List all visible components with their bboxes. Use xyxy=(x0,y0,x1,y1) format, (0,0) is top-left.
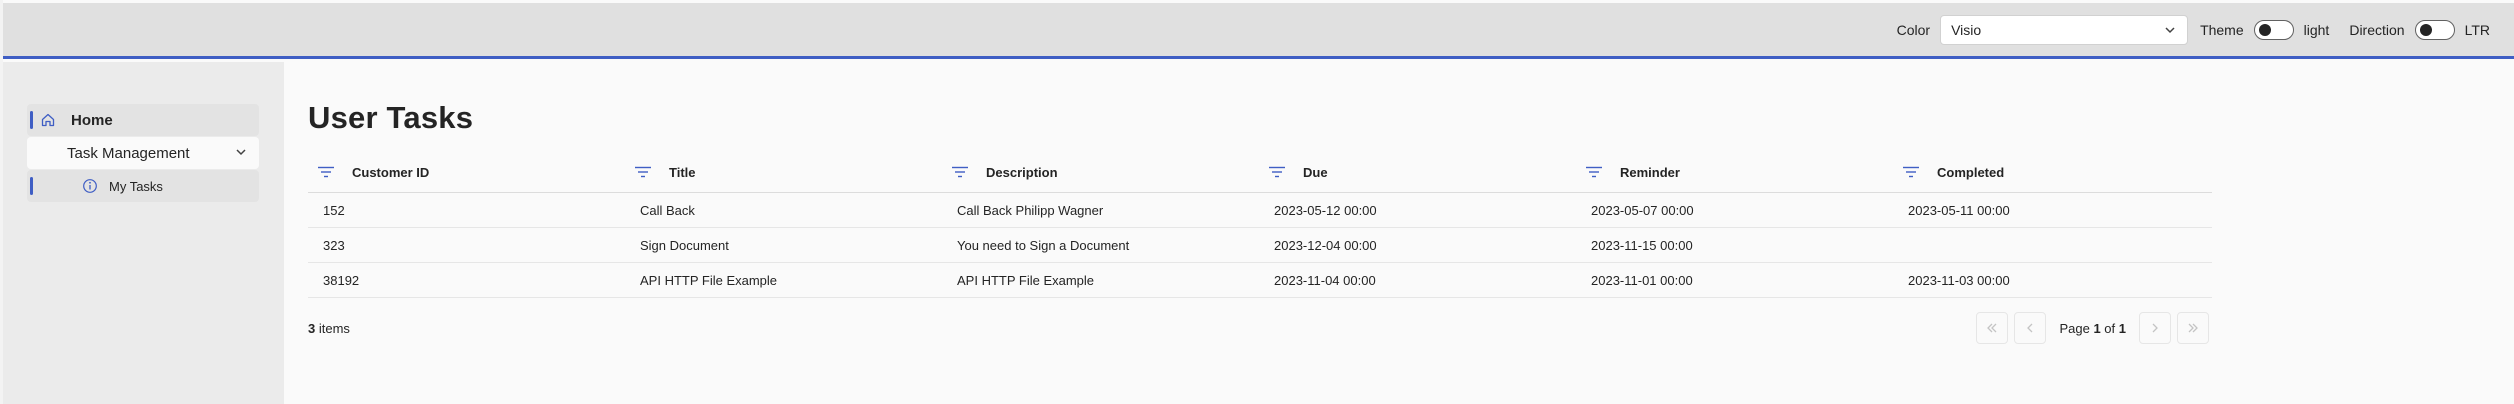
column-header-label: Reminder xyxy=(1620,164,1680,180)
table-row[interactable]: 38192 API HTTP File Example API HTTP Fil… xyxy=(308,263,2212,298)
sidebar-item-home[interactable]: Home xyxy=(27,104,259,136)
double-chevron-left-icon xyxy=(1987,323,1997,333)
table-cell: 2023-11-01 00:00 xyxy=(1591,272,1693,288)
sidebar: Home Task Management My Tasks xyxy=(3,62,284,404)
chevron-down-icon xyxy=(235,145,247,162)
column-header-due[interactable]: Due xyxy=(1259,165,1576,180)
sidebar-item-label: My Tasks xyxy=(109,178,163,194)
table-cell: 2023-11-04 00:00 xyxy=(1274,272,1376,288)
theme-label: Theme xyxy=(2200,21,2244,38)
active-indicator xyxy=(30,177,33,195)
chevron-right-icon xyxy=(2152,323,2158,333)
direction-label: Direction xyxy=(2349,21,2405,38)
page-current: 1 xyxy=(2093,320,2101,336)
theme-toggle-knob xyxy=(2258,23,2271,36)
pagination: Page 1 of 1 xyxy=(1973,312,2212,344)
chevron-left-icon xyxy=(2027,323,2033,333)
column-header-reminder[interactable]: Reminder xyxy=(1576,165,1893,180)
last-page-button[interactable] xyxy=(2177,312,2209,344)
column-header-description[interactable]: Description xyxy=(942,165,1259,180)
table-cell: Call Back xyxy=(640,202,695,218)
table-cell: Call Back Philipp Wagner xyxy=(957,202,1104,218)
theme-toggle[interactable] xyxy=(2253,19,2294,40)
top-header: Color Visio Theme light Direction LTR xyxy=(3,3,2514,59)
table-footer: 3 items Page 1 of 1 xyxy=(308,312,2212,344)
page-info: Page 1 of 1 xyxy=(2059,321,2126,336)
column-header-completed[interactable]: Completed xyxy=(1893,165,2210,180)
table-cell: 323 xyxy=(323,237,345,253)
filter-icon[interactable] xyxy=(1901,165,1921,179)
filter-icon[interactable] xyxy=(950,165,970,179)
sidebar-item-task-management[interactable]: Task Management xyxy=(27,137,259,169)
table-cell: 38192 xyxy=(323,272,360,288)
color-select[interactable]: Visio xyxy=(1940,14,2189,45)
column-header-label: Description xyxy=(986,164,1058,180)
theme-value: light xyxy=(2303,21,2330,38)
color-label: Color xyxy=(1896,21,1931,38)
column-header-label: Customer ID xyxy=(352,164,430,180)
table-header-row: Customer ID Title Description Due Remind… xyxy=(308,152,2212,193)
table-cell: 152 xyxy=(323,202,345,218)
home-icon xyxy=(39,111,57,129)
column-header-label: Title xyxy=(669,164,696,180)
direction-value: LTR xyxy=(2464,21,2490,38)
column-header-customer-id[interactable]: Customer ID xyxy=(308,165,625,180)
color-select-value: Visio xyxy=(1951,21,1982,38)
page-total: 1 xyxy=(2118,320,2126,336)
table-cell: 2023-11-03 00:00 xyxy=(1908,272,2010,288)
table-cell: You need to Sign a Document xyxy=(957,237,1130,253)
filter-icon[interactable] xyxy=(316,165,336,179)
table-cell: API HTTP File Example xyxy=(957,272,1095,288)
sidebar-item-label: Task Management xyxy=(67,144,190,162)
column-header-label: Due xyxy=(1303,164,1328,180)
column-header-label: Completed xyxy=(1937,164,2005,180)
active-indicator xyxy=(30,111,33,129)
direction-toggle[interactable] xyxy=(2414,19,2455,40)
filter-icon[interactable] xyxy=(1584,165,1604,179)
filter-icon[interactable] xyxy=(1267,165,1287,179)
item-count-value: 3 xyxy=(308,320,316,336)
double-chevron-right-icon xyxy=(2188,323,2198,333)
filter-icon[interactable] xyxy=(633,165,653,179)
table-row[interactable]: 152 Call Back Call Back Philipp Wagner 2… xyxy=(308,193,2212,228)
info-icon xyxy=(81,177,99,195)
tasks-table: Customer ID Title Description Due Remind… xyxy=(308,152,2212,298)
page-label: Page xyxy=(2059,320,2090,336)
item-count: 3 items xyxy=(308,321,350,336)
next-page-button[interactable] xyxy=(2139,312,2171,344)
table-row[interactable]: 323 Sign Document You need to Sign a Doc… xyxy=(308,228,2212,263)
item-count-label: items xyxy=(318,320,350,336)
chevron-down-icon xyxy=(2163,23,2177,37)
table-cell: 2023-05-11 00:00 xyxy=(1908,202,2010,218)
table-cell: Sign Document xyxy=(640,237,729,253)
direction-toggle-knob xyxy=(2419,23,2432,36)
sidebar-item-label: Home xyxy=(71,111,113,129)
table-cell: 2023-12-04 00:00 xyxy=(1274,237,1377,253)
page-title: User Tasks xyxy=(308,100,474,135)
first-page-button[interactable] xyxy=(1976,312,2009,344)
sidebar-item-my-tasks[interactable]: My Tasks xyxy=(27,170,259,202)
previous-page-button[interactable] xyxy=(2014,312,2047,344)
table-cell: 2023-05-07 00:00 xyxy=(1591,202,1694,218)
of-label: of xyxy=(2104,320,2116,336)
table-cell: API HTTP File Example xyxy=(640,272,778,288)
table-cell: 2023-11-15 00:00 xyxy=(1591,237,1693,253)
column-header-title[interactable]: Title xyxy=(625,165,942,180)
table-cell: 2023-05-12 00:00 xyxy=(1274,202,1377,218)
